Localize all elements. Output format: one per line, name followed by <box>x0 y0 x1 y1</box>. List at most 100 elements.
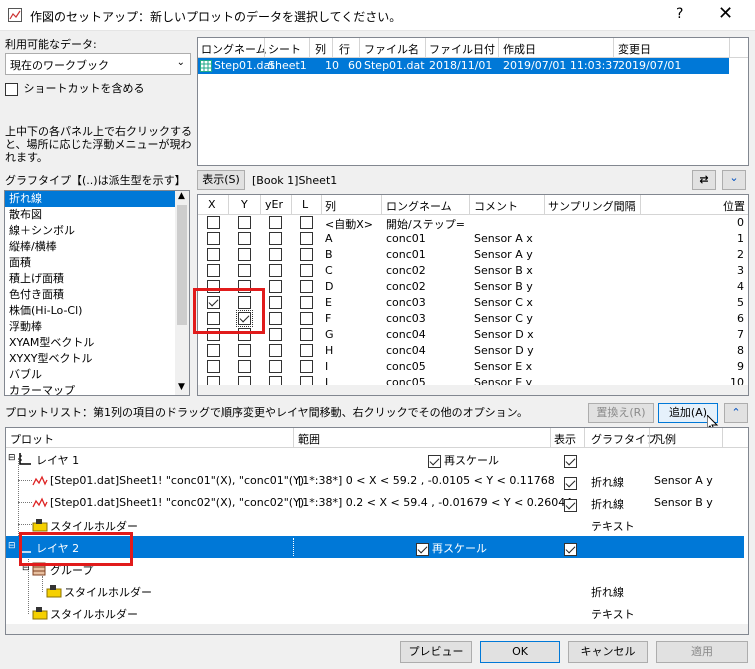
col-header-longname[interactable]: ロングネーム <box>386 198 452 214</box>
workbook-combo[interactable]: 現在のワークブック ⌄ <box>5 53 191 75</box>
y-checkbox[interactable] <box>238 344 251 357</box>
scroll-up-icon[interactable]: ▲ <box>178 191 185 201</box>
y-checkbox[interactable] <box>238 248 251 261</box>
show-button[interactable]: 表示(S) <box>197 170 245 190</box>
l-checkbox[interactable] <box>300 328 313 341</box>
x-checkbox[interactable] <box>207 344 220 357</box>
column-row[interactable]: Bconc01 Sensor A y 2 <box>198 247 748 263</box>
x-checkbox[interactable] <box>207 248 220 261</box>
column-row[interactable]: Econc03 Sensor C x 5 <box>198 295 748 311</box>
graphtype-item[interactable]: 株価(Hi-Lo-Cl) <box>5 303 175 319</box>
l-checkbox[interactable] <box>300 264 313 277</box>
l-checkbox[interactable] <box>300 216 313 229</box>
books-col-longname[interactable]: ロングネーム <box>201 41 267 57</box>
collapse-toggle-icon[interactable]: ⊟ <box>8 453 16 463</box>
books-col-filedate[interactable]: ファイル日付 <box>429 41 495 57</box>
plot-1-row[interactable]: [Step01.dat]Sheet1! "conc01"(X), "conc01… <box>6 470 744 492</box>
column-row[interactable]: Dconc02 Sensor B y 4 <box>198 279 748 295</box>
graphtype-item[interactable]: カラーマップ <box>5 383 175 395</box>
scroll-down-icon[interactable]: ▼ <box>178 382 185 392</box>
expand-icon[interactable]: ⌄ <box>722 170 746 190</box>
l-checkbox[interactable] <box>300 312 313 325</box>
scroll-thumb[interactable] <box>177 205 187 325</box>
columns-hscroll[interactable] <box>198 385 748 395</box>
column-row[interactable]: Aconc01 Sensor A x 1 <box>198 231 748 247</box>
books-col-filename[interactable]: ファイル名 <box>364 41 419 57</box>
col-header-sampling[interactable]: サンプリング間隔 <box>548 198 636 214</box>
yer-checkbox[interactable] <box>269 232 282 245</box>
graphtype-item[interactable]: 面積 <box>5 255 175 271</box>
yer-checkbox[interactable] <box>269 296 282 309</box>
yer-checkbox[interactable] <box>269 248 282 261</box>
col-header-x[interactable]: X <box>208 198 216 211</box>
collapse-icon[interactable]: ⌃ <box>724 403 748 423</box>
plotlist-panel[interactable]: プロット 範囲 表示 グラフタイプ 凡例 ⊟ レイヤ 1 再スケール [Step… <box>5 427 749 635</box>
x-checkbox[interactable] <box>207 264 220 277</box>
graphtype-list[interactable]: 折れ線 散布図 線＋シンボル 縦棒/横棒 面積 積上げ面積 色付き面積 株価(Hi-Lo-Cl… <box>4 190 190 396</box>
x-checkbox[interactable] <box>207 360 220 373</box>
plotlist-hscroll[interactable] <box>6 624 748 634</box>
column-row[interactable]: Fconc03 Sensor C y 6 <box>198 310 748 327</box>
yer-checkbox[interactable] <box>269 312 282 325</box>
graphtype-item[interactable]: 色付き面積 <box>5 287 175 303</box>
graphtype-item[interactable]: 線＋シンボル <box>5 223 175 239</box>
column-row[interactable]: Gconc04 Sensor D x 7 <box>198 327 748 343</box>
style-holder-2-row[interactable]: スタイルホルダー 折れ線 <box>6 580 744 602</box>
plot-header-type[interactable]: グラフタイプ <box>591 431 657 447</box>
cancel-button[interactable]: キャンセル <box>568 641 648 663</box>
books-col-sheet[interactable]: シート <box>268 41 301 57</box>
column-row[interactable]: Iconc05 Sensor E x 9 <box>198 359 748 375</box>
yer-checkbox[interactable] <box>269 264 282 277</box>
books-col-modified[interactable]: 変更日 <box>618 41 651 57</box>
col-header-l[interactable]: L <box>302 198 308 211</box>
col-header-yer[interactable]: yEr <box>265 198 283 211</box>
books-col-rows[interactable]: 行 <box>339 41 350 57</box>
y-checkbox[interactable] <box>238 264 251 277</box>
yer-checkbox[interactable] <box>269 344 282 357</box>
l-checkbox[interactable] <box>300 344 313 357</box>
plot-header-range[interactable]: 範囲 <box>298 431 320 447</box>
column-row[interactable]: Hconc04 Sensor D y 8 <box>198 343 748 359</box>
help-button[interactable]: ? <box>676 6 683 22</box>
graphtype-item[interactable]: 折れ線 <box>5 191 175 207</box>
column-row[interactable]: <自動X> 開始/ステップ= 0 <box>198 215 748 231</box>
shortcut-checkbox[interactable] <box>5 82 18 96</box>
preview-button[interactable]: プレビュー <box>400 641 472 663</box>
graphtype-item[interactable]: 積上げ面積 <box>5 271 175 287</box>
graphtype-item[interactable]: 縦棒/横棒 <box>5 239 175 255</box>
graphtype-item[interactable]: XYAM型ベクトル <box>5 335 175 351</box>
close-icon[interactable]: ✕ <box>718 3 733 24</box>
books-panel[interactable]: ロングネーム シート 列 行 ファイル名 ファイル日付 作成日 変更日 Step… <box>197 37 749 166</box>
y-checkbox[interactable] <box>238 216 251 229</box>
books-col-created[interactable]: 作成日 <box>503 41 536 57</box>
apply-button[interactable]: 適用 <box>656 641 748 663</box>
yer-checkbox[interactable] <box>269 328 282 341</box>
x-checkbox[interactable] <box>207 216 220 229</box>
l-checkbox[interactable] <box>300 360 313 373</box>
y-checkbox[interactable] <box>238 232 251 245</box>
ok-button[interactable]: OK <box>480 641 560 663</box>
yer-checkbox[interactable] <box>269 360 282 373</box>
col-header-comment[interactable]: コメント <box>474 198 518 214</box>
books-col-columns[interactable]: 列 <box>315 41 326 57</box>
yer-checkbox[interactable] <box>269 280 282 293</box>
yer-checkbox[interactable] <box>269 216 282 229</box>
replace-button[interactable]: 置換え(R) <box>588 403 654 423</box>
graphtype-item[interactable]: 散布図 <box>5 207 175 223</box>
layer-1-row[interactable]: ⊟ レイヤ 1 再スケール <box>6 448 744 470</box>
l-checkbox[interactable] <box>300 280 313 293</box>
col-header-y[interactable]: Y <box>241 198 248 211</box>
columns-panel[interactable]: X Y yEr L 列 ロングネーム コメント サンプリング間隔 位置 <自動X… <box>197 194 749 396</box>
column-row[interactable]: Cconc02 Sensor B x 3 <box>198 263 748 279</box>
shortcut-checkbox-row[interactable]: ショートカットを含める <box>5 80 145 96</box>
plot-header-show[interactable]: 表示 <box>554 431 576 447</box>
plot-header-legend[interactable]: 凡例 <box>654 431 676 447</box>
l-checkbox[interactable] <box>300 248 313 261</box>
graphtype-item[interactable]: 浮動棒 <box>5 319 175 335</box>
graphtype-item[interactable]: XYXY型ベクトル <box>5 351 175 367</box>
y-checkbox[interactable] <box>238 360 251 373</box>
l-checkbox[interactable] <box>300 296 313 309</box>
books-row[interactable]: Step01.dat Sheet1 10 60 Step01.dat 2018/… <box>198 58 729 85</box>
plot-2-row[interactable]: [Step01.dat]Sheet1! "conc02"(X), "conc02… <box>6 492 744 514</box>
collapse-toggle-icon[interactable]: ⊟ <box>8 541 16 551</box>
